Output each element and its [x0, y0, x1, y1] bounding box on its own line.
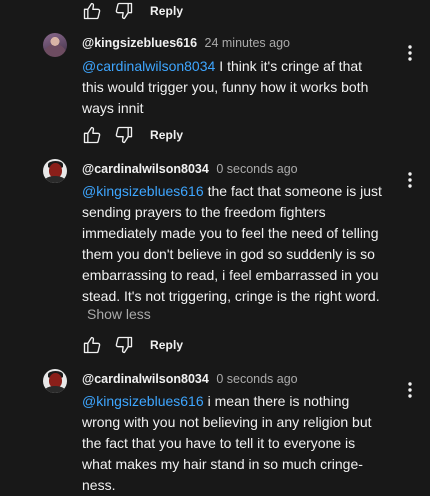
comment-header: @cardinalwilson8034 0 seconds ago	[82, 372, 298, 386]
timestamp[interactable]: 24 minutes ago	[205, 36, 290, 50]
avatar[interactable]	[43, 369, 67, 393]
show-less-button[interactable]: Show less	[87, 306, 151, 322]
comment-body: the fact that someone is just sending pr…	[82, 183, 382, 304]
reply-button[interactable]: Reply	[150, 338, 183, 352]
top-comment-actions: Reply	[82, 0, 183, 22]
timestamp[interactable]: 0 seconds ago	[216, 372, 297, 386]
comment-text: @kingsizeblues616 i mean there is nothing…	[82, 391, 382, 496]
thumbs-down-icon[interactable]	[114, 335, 134, 355]
comment-actions: Reply	[82, 334, 183, 356]
more-options-icon[interactable]	[404, 170, 416, 190]
author-handle[interactable]: @cardinalwilson8034	[82, 372, 209, 386]
avatar[interactable]	[43, 33, 67, 57]
thumbs-up-icon[interactable]	[82, 1, 102, 21]
comment-text: @kingsizeblues616 the fact that someone i…	[82, 181, 382, 307]
reply-button[interactable]: Reply	[150, 4, 183, 18]
mention-link[interactable]: @cardinalwilson8034	[82, 58, 215, 74]
mention-link[interactable]: @kingsizeblues616	[82, 393, 204, 409]
thumbs-down-icon[interactable]	[114, 1, 134, 21]
comment-actions: Reply	[82, 124, 183, 146]
comment-header: @cardinalwilson8034 0 seconds ago	[82, 162, 298, 176]
thumbs-up-icon[interactable]	[82, 335, 102, 355]
author-handle[interactable]: @cardinalwilson8034	[82, 162, 209, 176]
comment-header: @kingsizeblues616 24 minutes ago	[82, 36, 290, 50]
more-options-icon[interactable]	[404, 380, 416, 400]
mention-link[interactable]: @kingsizeblues616	[82, 183, 204, 199]
author-handle[interactable]: @kingsizeblues616	[82, 36, 197, 50]
thumbs-up-icon[interactable]	[82, 125, 102, 145]
thumbs-down-icon[interactable]	[114, 125, 134, 145]
reply-button[interactable]: Reply	[150, 128, 183, 142]
avatar[interactable]	[43, 159, 67, 183]
more-options-icon[interactable]	[404, 43, 416, 63]
timestamp[interactable]: 0 seconds ago	[216, 162, 297, 176]
comment-text: @cardinalwilson8034 I think it's cringe a…	[82, 56, 382, 119]
